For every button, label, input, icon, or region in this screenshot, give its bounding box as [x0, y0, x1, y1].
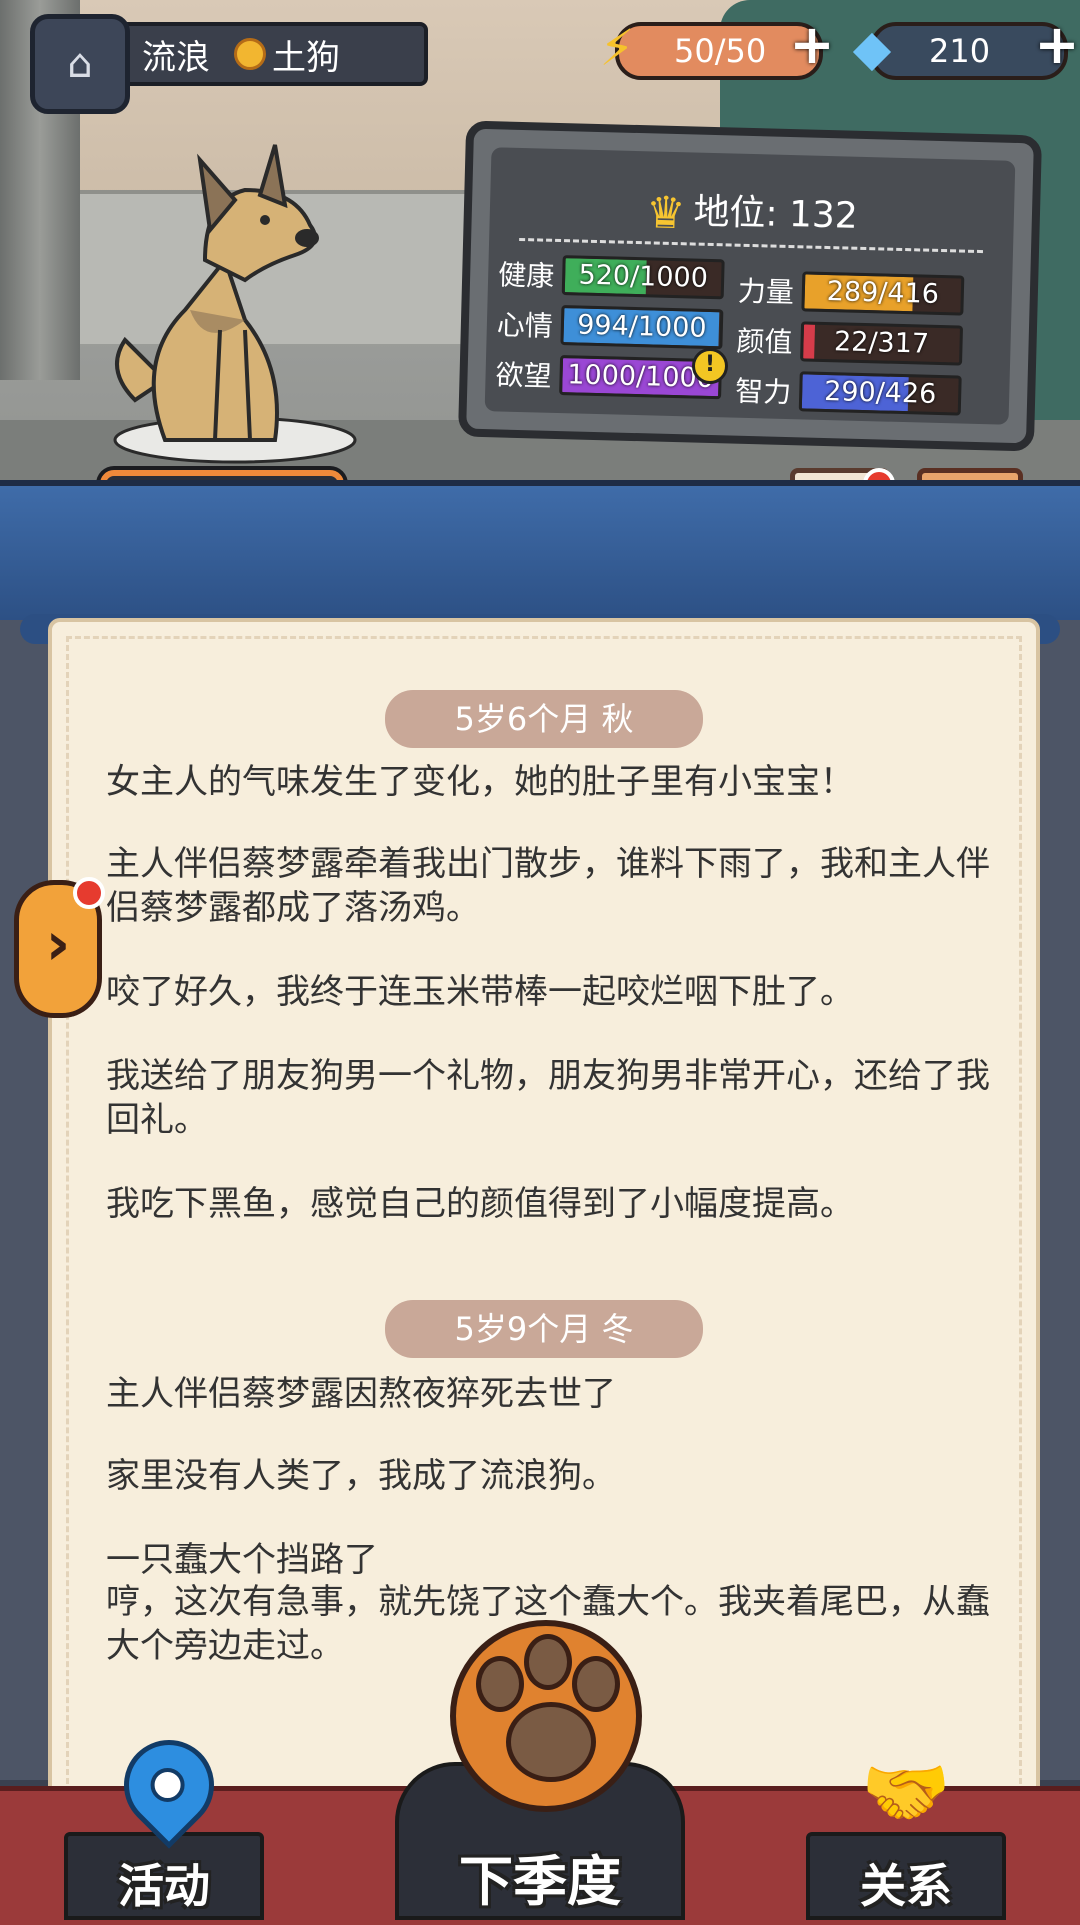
stat-row: 颜值 22/317 — [736, 321, 964, 366]
rank-label: 流浪 — [142, 37, 210, 78]
paw-toe — [524, 1634, 572, 1690]
diamond-icon: ◆ — [852, 19, 892, 77]
stats-board-inner: ♛ 地位: 132 健康 520/1000 心情 994/1000 欲望 1000/1000… — [484, 147, 1016, 425]
stat-value: 290/426 — [823, 375, 937, 410]
dog-character[interactable] — [95, 140, 365, 470]
notification-dot — [73, 877, 105, 909]
add-gems-button[interactable]: + — [1032, 18, 1080, 72]
stat-bar: 290/426 — [798, 371, 962, 416]
log-entry: 主人伴侣蔡梦露因熬夜猝死去世了 — [106, 1374, 616, 1414]
gem-counter: ◆ 210 + — [853, 18, 1080, 80]
stat-row: 力量 289/416 — [737, 271, 965, 316]
log-entry: 一只蠢大个挡路了 — [106, 1540, 378, 1580]
stat-value: 520/1000 — [578, 259, 709, 294]
stat-label: 力量 — [737, 274, 795, 310]
log-entry: 女主人的气味发生了变化，她的肚子里有小宝宝！ — [106, 762, 854, 802]
stat-value: 22/317 — [833, 326, 930, 360]
stat-bar: 289/416 — [801, 271, 965, 316]
log-entry: 家里没有人类了，我成了流浪狗。 — [106, 1456, 616, 1496]
add-energy-button[interactable]: + — [787, 18, 837, 72]
log-entry: 我送给了朋友狗男一个礼物，朋友狗男非常开心，还给了我回礼。 — [106, 1056, 990, 1140]
stat-row: 智力 290/426 — [734, 371, 962, 416]
expand-arrow-button[interactable]: › — [14, 877, 105, 1018]
chevron-right-icon: › — [45, 909, 71, 979]
stat-bar: 994/1000 — [560, 305, 724, 350]
paw-icon — [450, 1620, 642, 1812]
status-text: 地位: 132 — [692, 191, 859, 237]
nav-relation-label: 关系 — [860, 1859, 952, 1913]
lightning-icon: ⚡ — [599, 19, 635, 77]
stat-bar: 22/317 — [800, 321, 964, 366]
blue-band — [0, 480, 1080, 626]
title-label: 土狗 — [272, 37, 340, 78]
stat-list: 健康 520/1000 心情 994/1000 欲望 1000/1000 力量 289/416… — [492, 147, 1016, 416]
stats-board: ♛ 地位: 132 健康 520/1000 心情 994/1000 欲望 1000/1000… — [457, 120, 1043, 452]
warning-icon[interactable]: ! — [692, 348, 728, 384]
house-slash-icon[interactable]: ⌂ — [30, 14, 130, 114]
energy-counter: ⚡ 50/50 + — [599, 18, 835, 80]
paw-toe — [476, 1656, 524, 1712]
stat-row: 欲望 1000/1000 — [495, 355, 723, 400]
paw-pad — [506, 1702, 596, 1782]
stat-label: 颜值 — [736, 324, 793, 360]
stat-row: 心情 994/1000 — [496, 305, 724, 350]
stat-label: 心情 — [496, 308, 554, 343]
gem-value: 210 — [929, 32, 991, 70]
log-entry: 咬了好久，我终于连玉米带棒一起咬烂咽下肚了。 — [106, 972, 854, 1012]
stat-value: 289/416 — [826, 276, 940, 310]
next-season-button[interactable]: 下季度 — [395, 1620, 685, 1920]
paw-toe — [572, 1656, 620, 1712]
crown-icon: ♛ — [645, 186, 687, 239]
medal-icon — [234, 38, 266, 70]
energy-value: 50/50 — [674, 32, 767, 70]
stat-label: 欲望 — [495, 358, 553, 393]
stat-row: 健康 520/1000 — [497, 255, 725, 300]
rank-panel[interactable]: 流浪 土狗 ⌂ — [30, 14, 428, 114]
age-header: 5岁9个月 冬 — [385, 1300, 703, 1358]
paw-shake-icon: 🤝 — [861, 1750, 951, 1834]
nav-activity-label: 活动 — [118, 1859, 210, 1913]
rank-pill: 流浪 土狗 — [110, 22, 428, 86]
status-title: ♛ 地位: 132 — [489, 177, 1014, 247]
stat-label: 健康 — [497, 258, 555, 293]
log-entry: 我吃下黑鱼，感觉自己的颜值得到了小幅度提高。 — [106, 1184, 854, 1224]
stat-label: 智力 — [734, 374, 792, 410]
stat-value: 994/1000 — [576, 309, 707, 344]
age-header: 5岁6个月 秋 — [385, 690, 703, 748]
nav-relation[interactable]: 🤝 关系 — [806, 1750, 1006, 1920]
nav-activity[interactable]: 活动 — [64, 1721, 264, 1920]
stat-bar: 520/1000 — [561, 255, 725, 300]
next-season-label: 下季度 — [459, 1850, 621, 1913]
log-entry: 主人伴侣蔡梦露牵着我出门散步，谁料下雨了，我和主人伴侣蔡梦露都成了落汤鸡。 — [106, 844, 990, 928]
